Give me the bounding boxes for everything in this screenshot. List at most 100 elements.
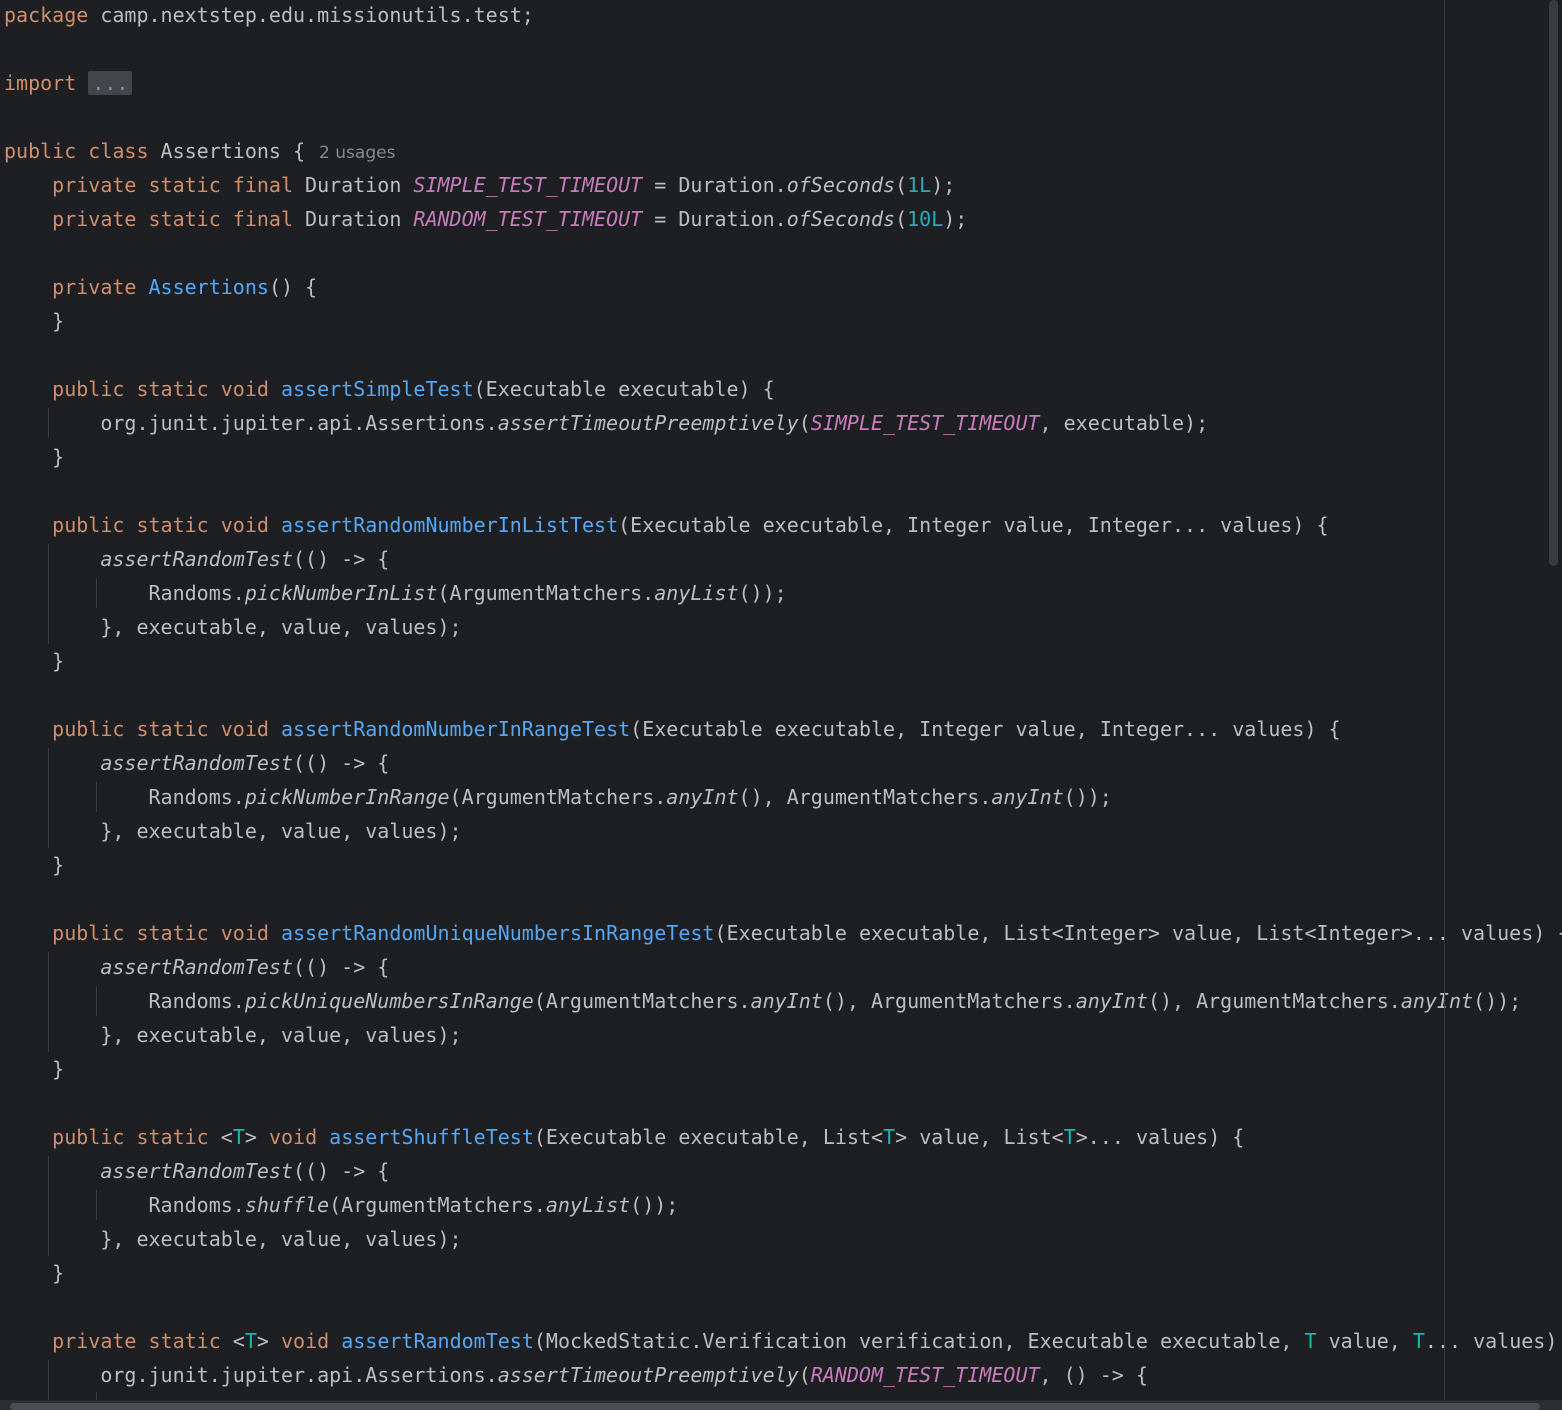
code-token: shuffle	[244, 1193, 330, 1217]
folded-imports[interactable]: ...	[88, 71, 133, 95]
code-token: <	[208, 1125, 233, 1149]
code-token: org.junit.jupiter.api.Assertions.	[4, 1363, 498, 1387]
code-token: ());	[738, 581, 787, 605]
code-line[interactable]: public static void assertSimpleTest(Exec…	[4, 372, 775, 406]
code-token: T	[244, 1329, 257, 1353]
code-token: (	[895, 173, 908, 197]
right-margin-guide	[1444, 0, 1445, 1410]
code-token: anyInt	[750, 989, 823, 1013]
code-token: assertRandomNumberInListTest	[280, 513, 619, 537]
code-editor[interactable]: package camp.nextstep.edu.missionutils.t…	[0, 0, 1562, 1410]
code-token: (Executable executable, Integer value, I…	[630, 717, 1341, 741]
code-line[interactable]: public static void assertRandomUniqueNum…	[4, 916, 1562, 950]
code-line[interactable]: }	[4, 1052, 64, 1086]
code-token: (), ArgumentMatchers.	[738, 785, 992, 809]
code-line[interactable]: public static < T > void assertShuffleTest…	[4, 1120, 1244, 1154]
code-line[interactable]: }	[4, 440, 64, 474]
code-token: T	[1304, 1329, 1317, 1353]
code-token: Randoms.	[4, 785, 245, 809]
code-line[interactable]: private Assertions() {	[4, 270, 317, 304]
code-line[interactable]: assertRandomTest(() -> {	[4, 746, 389, 780]
code-token: SIMPLE_TEST_TIMEOUT	[810, 411, 1040, 435]
horizontal-scrollbar-thumb[interactable]	[10, 1403, 1540, 1410]
code-token: assertRandomTest	[341, 1329, 534, 1353]
code-token: (() -> {	[292, 1159, 390, 1183]
code-line[interactable]: assertRandomTest(() -> {	[4, 542, 389, 576]
code-line[interactable]: }, executable, value, values);	[4, 814, 462, 848]
code-line[interactable]: private static final Duration RANDOM_TES…	[4, 202, 967, 236]
code-line[interactable]: Randoms.pickUniqueNumbersInRange(Argumen…	[4, 984, 1521, 1018]
code-line[interactable]: private static <T> void assertRandomTest…	[4, 1324, 1557, 1358]
code-token: (Executable executable, List<Integer> va…	[714, 921, 1562, 945]
code-token: (ArgumentMatchers.	[449, 785, 667, 809]
code-token: (Executable executable, Integer value, I…	[618, 513, 1329, 537]
code-token: T	[1063, 1125, 1076, 1149]
code-token: }	[4, 649, 65, 673]
code-token: public class	[4, 139, 149, 163]
code-line[interactable]: org.junit.jupiter.api.Assertions.assertT…	[4, 1358, 1148, 1392]
code-line[interactable]: }, executable, value, values);	[4, 1222, 461, 1256]
code-token: RANDOM_TEST_TIMEOUT	[810, 1363, 1040, 1387]
code-token: assertRandomTest	[100, 1159, 293, 1183]
code-token: ());	[630, 1193, 679, 1217]
code-token: Assertions {	[148, 139, 306, 163]
code-line[interactable]: }	[4, 1256, 64, 1290]
code-token: assertShuffleTest	[329, 1125, 534, 1149]
code-line[interactable]: }, executable, value, values);	[4, 1018, 461, 1052]
code-token: >	[244, 1125, 269, 1149]
code-token: assertRandomUniqueNumbersInRangeTest	[280, 921, 715, 945]
code-line[interactable]: Randoms.shuffle(ArgumentMatchers.anyList…	[4, 1188, 678, 1222]
code-token: Randoms.	[4, 989, 245, 1013]
code-token: import	[4, 71, 77, 95]
vertical-scrollbar-thumb[interactable]	[1549, 0, 1558, 566]
code-line[interactable]: public static void assertRandomNumberInL…	[4, 508, 1329, 542]
code-line[interactable]: }	[4, 848, 64, 882]
code-line[interactable]: org.junit.jupiter.api.Assertions.assertT…	[4, 406, 1208, 440]
code-line[interactable]: import ...	[4, 66, 133, 100]
code-line[interactable]: Randoms.pickNumberInRange(ArgumentMatche…	[4, 780, 1111, 814]
code-token: (	[895, 207, 908, 231]
code-line[interactable]: Randoms.pickNumberInList(ArgumentMatcher…	[4, 576, 787, 610]
code-token: );	[943, 207, 968, 231]
code-token: public static	[52, 1125, 209, 1149]
code-line[interactable]: }, executable, value, values);	[4, 610, 461, 644]
code-line[interactable]: private static final Duration SIMPLE_TES…	[4, 168, 955, 202]
code-line[interactable]: assertRandomTest(() -> {	[4, 950, 389, 984]
code-token: }	[4, 445, 65, 469]
code-token: anyInt	[1400, 989, 1474, 1013]
code-line[interactable]: package camp.nextstep.edu.missionutils.t…	[4, 0, 534, 32]
code-token: assertRandomNumberInRangeTest	[280, 717, 631, 741]
code-token: anyList	[545, 1193, 631, 1217]
code-token: }	[4, 309, 65, 333]
code-token: = Duration.	[642, 173, 787, 197]
code-token: public static void	[52, 717, 269, 741]
code-token: >	[256, 1329, 281, 1353]
code-token: assertTimeoutPreemptively	[497, 1363, 799, 1387]
code-token: void	[268, 1125, 318, 1149]
code-token: }, executable, value, values);	[4, 819, 462, 843]
code-token: (ArgumentMatchers.	[533, 989, 751, 1013]
code-token: (Executable executable) {	[473, 377, 775, 401]
code-token: (ArgumentMatchers.	[437, 581, 655, 605]
code-line[interactable]: public static void assertRandomNumberInR…	[4, 712, 1341, 746]
usages-inlay-hint[interactable]: 2 usages	[319, 143, 395, 163]
code-token: (ArgumentMatchers.	[329, 1193, 546, 1217]
code-line[interactable]: public class Assertions { 2 usages	[4, 134, 395, 168]
code-line[interactable]: }	[4, 644, 64, 678]
code-token: pickUniqueNumbersInRange	[244, 989, 534, 1013]
code-line[interactable]: assertRandomTest(() -> {	[4, 1154, 389, 1188]
code-token: pickNumberInRange	[244, 785, 450, 809]
code-line[interactable]: }	[4, 304, 64, 338]
code-token: pickNumberInList	[244, 581, 438, 605]
